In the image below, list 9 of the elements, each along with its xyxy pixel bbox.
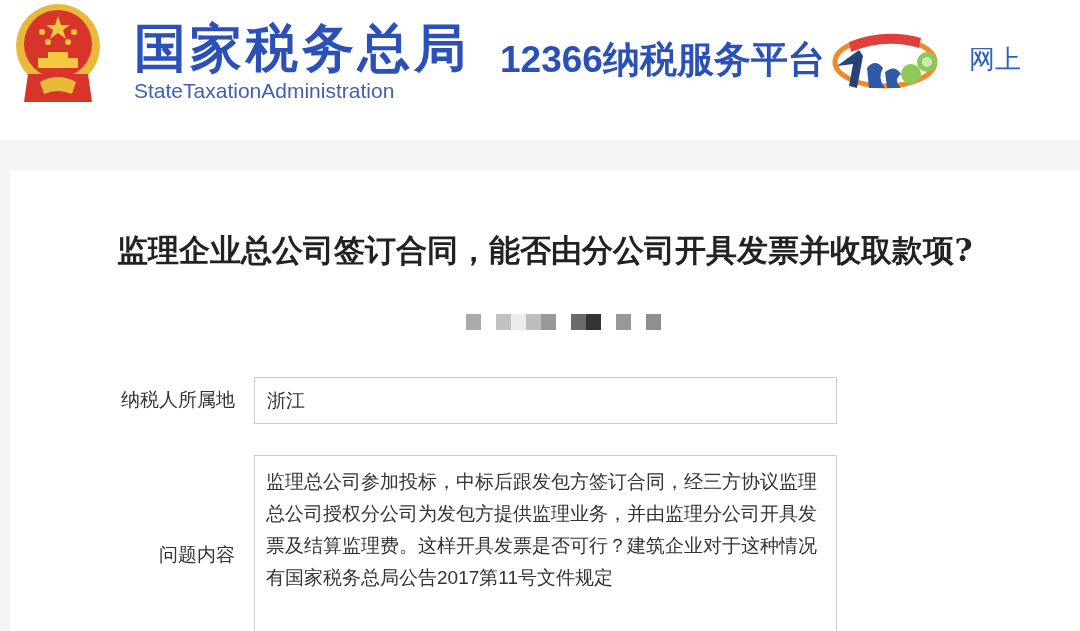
agency-name: 国家税务总局: [134, 18, 470, 78]
field-label: 问题内容: [158, 542, 236, 567]
platform-name: 12366纳税服务平台: [500, 38, 825, 82]
question-title: 监理企业总公司签订合同，能否由分公司开具发票并收取款项?: [117, 231, 973, 270]
nav-link[interactable]: 网上: [968, 42, 1021, 76]
agency-name-english: StateTaxationAdministration: [134, 78, 396, 104]
field-label: 纳税人所属地: [120, 388, 236, 413]
location-field[interactable]: 浙江: [254, 377, 837, 424]
question-field[interactable]: 监理总公司参加投标，中标后跟发包方签订合同，经三方协议监理总公司授权分公司为发包方提供监理业务，并由监理分公司开具发票及结算监理费。这样开具发票是否可行？建筑企业对于这种情况有国家税务总局公告2017第11号文件规定: [254, 455, 837, 631]
